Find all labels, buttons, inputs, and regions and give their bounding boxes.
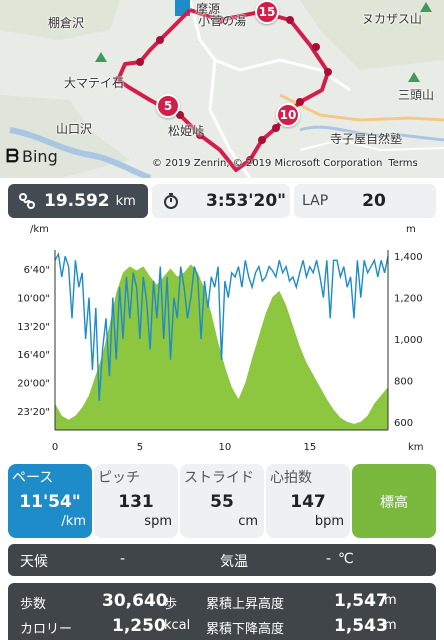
y-right-tick-label: 600 [394,418,413,429]
y-right-tick-label: 1,400 [394,252,423,263]
map-label-place: 棚倉沢 [48,16,85,30]
y-left-tick-label: 23'20" [17,407,50,418]
descent-value: 1,543 [334,616,388,636]
metric-tab-heart-rate[interactable]: 心拍数 147 bpm [266,464,350,538]
calories-value: 1,250 [112,616,166,636]
metric-value: 55 [210,492,234,512]
pace-elevation-chart[interactable]: /km m km 6'40" 10'00" 13'20" 16'40" 20'00" 23'20… [0,220,444,460]
y-left-tick-label: 6'40" [24,265,50,276]
steps-label: 歩数 [20,597,47,612]
x-unit: km [408,442,424,453]
metric-value: 131 [118,492,154,512]
stopwatch-icon [164,193,178,209]
map-copyright: © 2019 Zenrin, © 2019 Microsoft Corporat… [152,158,418,169]
weather-value: - [120,551,126,567]
metric-label: ストライド [184,470,254,486]
activity-detail-screen: 棚倉沢 大マテイ石 山口沢 小菅の湯 摩源 松姫峠 ヌカザス山 三頭山 寺子屋自… [0,0,444,640]
summary-table: 歩数 30,640 歩 累積上昇高度 1,547 m カロリー 1,250 kc… [8,583,436,640]
map-label-peak: ヌカザス山 [362,12,422,26]
terms-link[interactable]: Terms [388,158,417,169]
ascent-label: 累積上昇高度 [206,597,285,612]
map-label-place: 摩源 [196,2,221,16]
chart-canvas: /km m km 6'40" 10'00" 13'20" 16'40" 20'00" 23'20… [17,224,424,453]
lap-label: LAP [302,193,329,209]
bing-logo: ᗷ Bing [6,146,58,167]
x-tick-label: 0 [52,442,58,453]
metric-tab-altitude[interactable]: 標高 [352,464,436,538]
lap-value: 20 [362,191,386,211]
distance-value: 19.592 [44,191,110,211]
descent-label: 累積下降高度 [206,622,285,637]
calories-unit: kcal [164,618,191,633]
distance-unit: km [115,193,136,209]
calories-label: カロリー [20,622,73,637]
summary-stats-bar: 19.592 km 3:53'20" LAP 20 [0,184,444,222]
metric-tab-pace[interactable]: ペース 11'54" /km [8,464,92,538]
temperature-label: 気温 [220,554,248,570]
distance-stat: 19.592 km [8,184,148,218]
metric-unit: /km [61,514,86,529]
ascent-unit: m [384,593,397,608]
x-tick-label: 5 [137,442,143,453]
y-left-unit: /km [30,224,49,235]
time-value: 3:53'20" [206,191,287,211]
x-tick-label: 15 [303,442,316,453]
time-stat: 3:53'20" [152,184,290,218]
metric-tab-pitch[interactable]: ピッチ 131 spm [94,464,178,538]
weather-row: 天候 - 気温 - ℃ [8,544,436,576]
metric-label: ペース [12,470,54,486]
map-label-place: 山口沢 [56,122,93,136]
metric-unit: spm [144,514,172,529]
steps-value: 30,640 [102,591,168,611]
metric-unit: cm [238,514,258,529]
map-label-pass: 松姫峠 [168,124,205,138]
lap-marker[interactable]: 15 [255,0,279,24]
metric-label: ピッチ [98,470,140,486]
map-label-peak: 三頭山 [398,88,435,102]
copyright-text: © 2019 Zenrin, © 2019 Microsoft Corporat… [152,158,383,169]
metric-value: 11'54" [19,492,81,512]
temperature-value: - [326,551,332,567]
x-tick-label: 10 [219,442,232,453]
y-left-tick-label: 13'20" [17,322,50,333]
y-left-tick-label: 10'00" [17,293,50,304]
y-right-tick-label: 1,200 [394,294,423,305]
lap-marker[interactable]: 5 [156,94,180,118]
ascent-value: 1,547 [334,591,388,611]
route-map[interactable]: 棚倉沢 大マテイ石 山口沢 小菅の湯 摩源 松姫峠 ヌカザス山 三頭山 寺子屋自… [0,0,444,178]
y-right-tick-label: 800 [394,377,413,388]
weather-label: 天候 [20,554,48,570]
y-left-tick-label: 20'00" [17,379,50,390]
steps-unit: 歩 [164,597,178,612]
metric-value: 147 [290,492,326,512]
metric-tab-stride[interactable]: ストライド 55 cm [180,464,264,538]
map-label-peak: 大マテイ石 [64,76,125,90]
metric-selector: ペース 11'54" /km ピッチ 131 spm ストライド 55 cm 心… [0,464,444,538]
bing-b-icon: ᗷ [6,146,19,167]
y-right-tick-label: 1,000 [394,335,423,346]
metric-label: 標高 [380,495,408,511]
temperature-unit: ℃ [338,551,354,567]
metric-unit: bpm [314,514,344,529]
y-left-tick-label: 16'40" [17,350,50,361]
route-icon [19,193,35,209]
descent-unit: m [384,618,397,633]
lap-stat: LAP 20 [294,184,436,218]
bing-wordmark: Bing [22,147,58,166]
metric-label: 心拍数 [270,470,312,486]
map-label-place: 寺子屋自然塾 [330,132,403,146]
lap-marker[interactable]: 10 [276,103,300,127]
y-right-unit: m [406,224,416,235]
